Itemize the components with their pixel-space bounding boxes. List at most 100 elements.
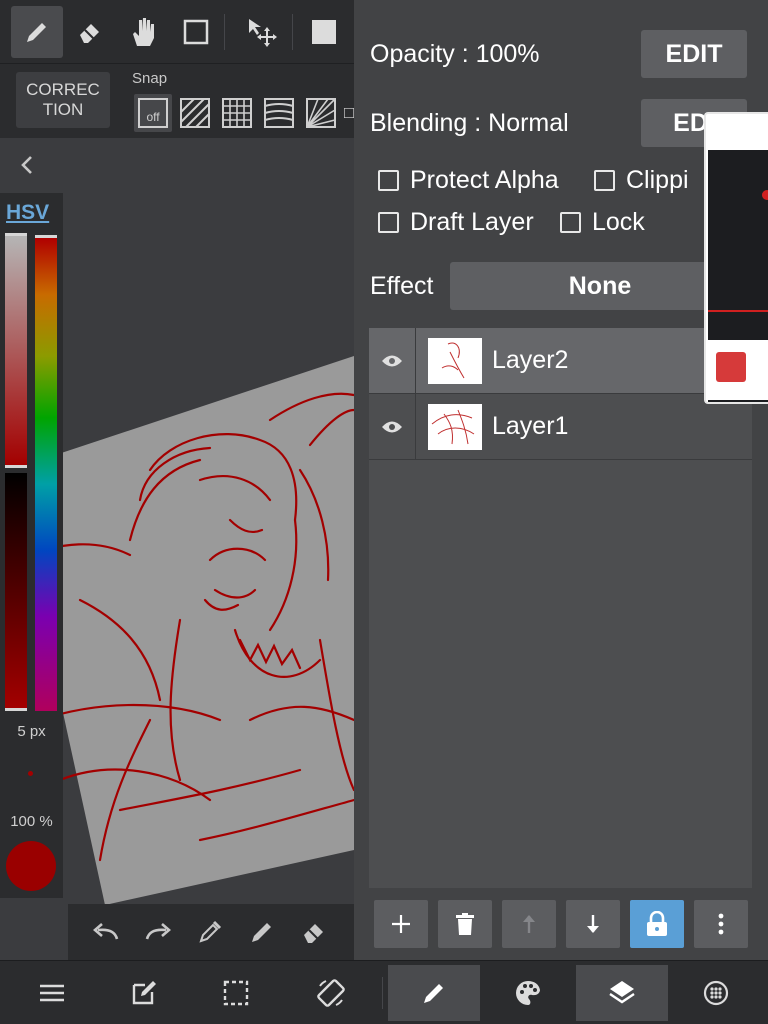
pen-quick-button[interactable] [244, 914, 280, 950]
material-button[interactable] [670, 965, 762, 1021]
protect-alpha-label: Protect Alpha [410, 166, 559, 194]
layer-row-layer1[interactable]: Layer1 [369, 394, 752, 460]
eraser-tool-button[interactable] [64, 6, 116, 58]
brush-size-label[interactable]: 5 px [0, 723, 63, 740]
pen-icon [27, 23, 46, 42]
lock-checkbox[interactable]: Lock [560, 208, 645, 237]
move-tool-button[interactable] [236, 6, 288, 58]
checkbox-icon [378, 170, 399, 191]
move-layer-down-button[interactable] [566, 900, 620, 948]
rectangle-select-icon [183, 19, 209, 45]
checkbox-icon [594, 170, 615, 191]
lock-layer-button[interactable] [630, 900, 684, 948]
edit-canvas-button[interactable] [98, 965, 190, 1021]
layer2-thumbnail-image [441, 342, 465, 379]
brush-tab-button[interactable] [388, 965, 480, 1021]
quick-toolbar [68, 904, 354, 960]
brush-preview-dot [28, 771, 33, 776]
eraser-quick-button[interactable] [296, 914, 332, 950]
palette-icon [516, 981, 540, 1005]
arrow-up-icon [523, 915, 535, 933]
draft-layer-label: Draft Layer [410, 208, 534, 236]
select-rectangle-tool-button[interactable] [170, 6, 222, 58]
parallel-lines-snap-icon [180, 98, 210, 128]
snap-more-button[interactable] [344, 94, 354, 132]
layers-icon [609, 981, 635, 1004]
padlock-icon [647, 911, 667, 936]
layers-tab-button[interactable] [576, 965, 668, 1021]
layer-thumbnail [428, 338, 482, 384]
eyedropper-icon [199, 920, 222, 943]
add-layer-button[interactable] [374, 900, 428, 948]
trash-icon [456, 913, 474, 935]
snap-off-button[interactable]: off [134, 94, 172, 132]
eraser-icon [304, 924, 323, 943]
radial-snap-icon [306, 98, 336, 128]
visibility-toggle[interactable] [369, 394, 416, 460]
protect-alpha-checkbox[interactable]: Protect Alpha [378, 166, 559, 195]
overlay-bottom-panel [708, 340, 768, 400]
top-toolbar [0, 0, 354, 64]
value-slider[interactable] [5, 473, 27, 711]
saturation-slider[interactable] [5, 233, 27, 468]
layer-more-button[interactable] [694, 900, 748, 948]
visibility-toggle[interactable] [369, 328, 416, 394]
overlay-record-dot [762, 190, 768, 200]
chevron-left-icon [21, 156, 32, 174]
layer-name: Layer2 [492, 346, 569, 374]
clipping-label: Clippi [626, 166, 689, 194]
delete-layer-button[interactable] [438, 900, 492, 948]
color-mode-hsv-link[interactable]: HSV [6, 201, 49, 225]
lock-label: Lock [592, 208, 645, 236]
arrow-down-icon [587, 915, 599, 933]
hand-tool-button[interactable] [118, 6, 170, 58]
material-grid-circle-icon [703, 980, 729, 1006]
floating-window-overlay[interactable] [704, 112, 768, 404]
clipping-checkbox[interactable]: Clippi [594, 166, 689, 195]
eye-icon [382, 355, 402, 367]
medibang-app: HSV 5 px 100 % CORREC TION Snap off Opac… [0, 0, 768, 1024]
overlay-preview [708, 150, 768, 402]
snap-bar: CORREC TION Snap off [0, 64, 354, 138]
opacity-label: Opacity : 100% [370, 40, 540, 68]
checkbox-icon [378, 212, 399, 233]
eye-icon [382, 421, 402, 433]
screen-rotation-icon [317, 979, 345, 1007]
pen-tool-button[interactable] [11, 6, 63, 58]
snap-parallel-button[interactable] [176, 94, 214, 132]
snap-grid-button[interactable] [218, 94, 256, 132]
correction-button[interactable]: CORREC TION [16, 72, 110, 128]
blending-label: Blending : Normal [370, 109, 569, 137]
eyedropper-button[interactable] [192, 914, 228, 950]
drawing-canvas[interactable]: HSV 5 px 100 % [0, 0, 354, 960]
grid-snap-icon [222, 98, 252, 128]
rotate-canvas-button[interactable] [285, 965, 377, 1021]
snap-curve-button[interactable] [260, 94, 298, 132]
undo-button[interactable] [88, 914, 124, 950]
color-fill-square-icon [312, 20, 336, 44]
eraser-icon [80, 24, 99, 43]
snap-radial-button[interactable] [302, 94, 340, 132]
selection-button[interactable] [190, 965, 282, 1021]
hand-icon [133, 18, 154, 46]
overlay-progress-line [708, 310, 768, 312]
layer-row-layer2[interactable]: Layer2 [369, 328, 752, 394]
more-vertical-icon [718, 913, 724, 935]
menu-button[interactable] [6, 965, 98, 1021]
undo-icon [93, 923, 119, 940]
pen-icon [424, 984, 443, 1003]
layer1-thumbnail-image [431, 409, 475, 445]
collapse-panel-button[interactable] [14, 150, 40, 180]
brush-opacity-label[interactable]: 100 % [0, 813, 63, 830]
draft-layer-checkbox[interactable]: Draft Layer [378, 208, 534, 237]
plus-icon [392, 915, 410, 933]
pen-icon [252, 923, 271, 942]
fill-color-tool-button[interactable] [298, 6, 350, 58]
opacity-edit-button[interactable]: EDIT [641, 30, 747, 78]
move-layer-up-button[interactable] [502, 900, 556, 948]
toolbar-divider [292, 14, 293, 50]
redo-button[interactable] [140, 914, 176, 950]
hue-slider[interactable] [35, 235, 57, 711]
color-palette-button[interactable] [482, 965, 574, 1021]
current-color-swatch[interactable] [6, 841, 56, 891]
